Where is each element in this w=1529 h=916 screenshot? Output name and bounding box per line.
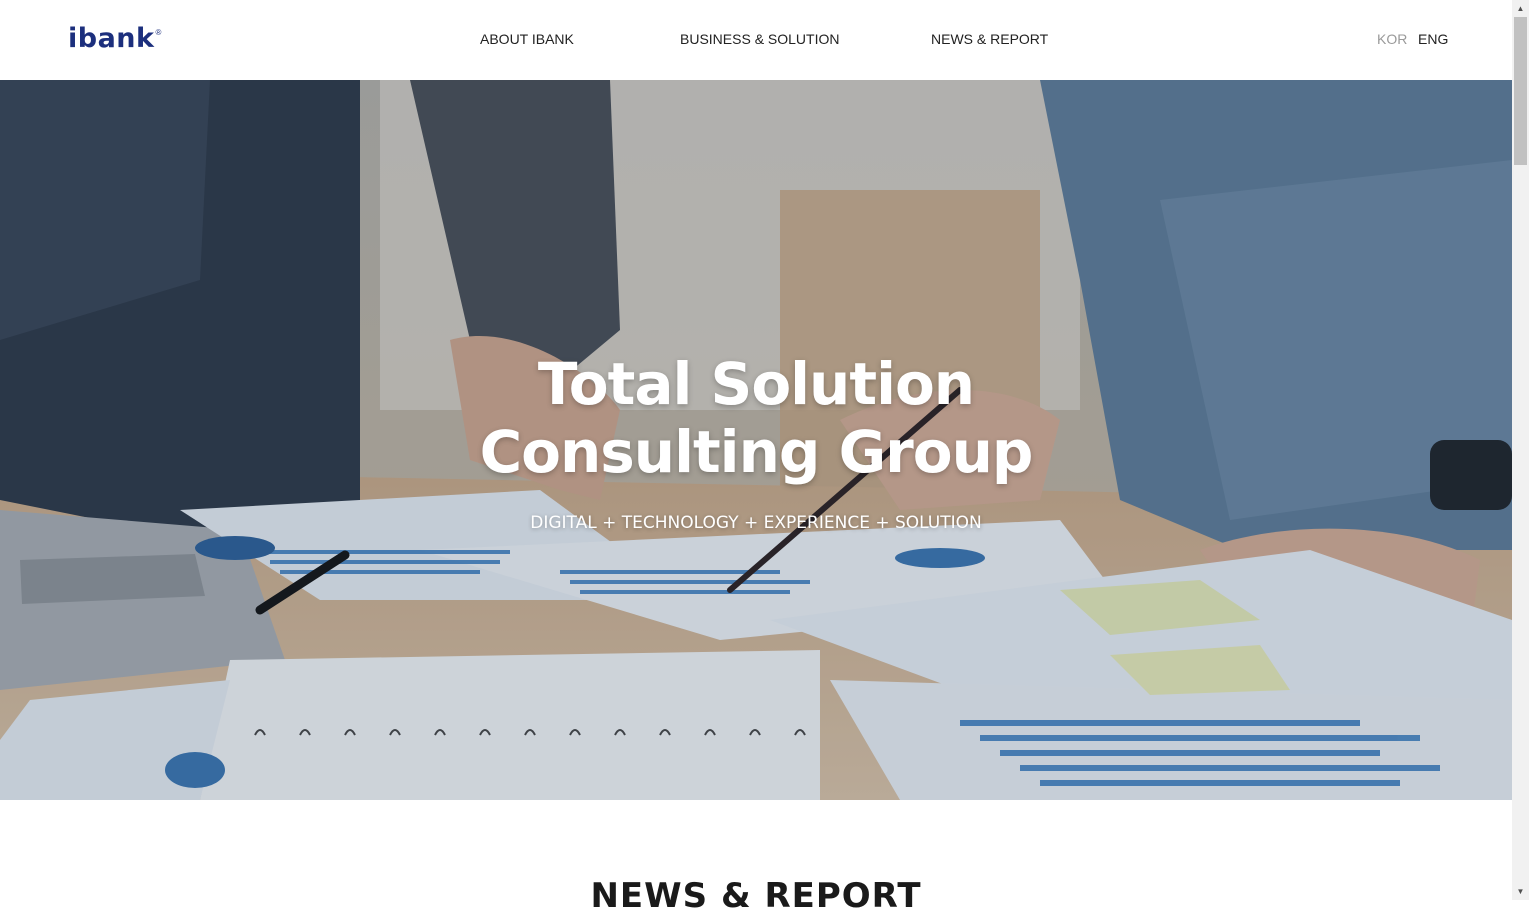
page-scrollbar[interactable]: ▲ ▼ xyxy=(1512,0,1529,900)
hero-subtitle: DIGITAL + TECHNOLOGY + EXPERIENCE + SOLU… xyxy=(530,513,982,533)
scroll-up-arrow-icon[interactable]: ▲ xyxy=(1512,0,1529,17)
hero-title-line-2: Consulting Group xyxy=(479,418,1034,486)
nav-about-ibank[interactable]: ABOUT IBANK xyxy=(480,31,574,47)
nav-business-solution[interactable]: BUSINESS & SOLUTION xyxy=(680,31,839,47)
site-header: ibank ® ABOUT IBANK BUSINESS & SOLUTION … xyxy=(0,0,1512,80)
lang-kor-link[interactable]: KOR xyxy=(1377,31,1407,47)
main-nav: ABOUT IBANK BUSINESS & SOLUTION NEWS & R… xyxy=(0,0,1512,80)
nav-news-report[interactable]: NEWS & REPORT xyxy=(931,31,1048,47)
scrollbar-thumb[interactable] xyxy=(1514,17,1527,165)
hero-title-line-1: Total Solution xyxy=(537,350,975,418)
hero-banner: Total Solution Consulting Group DIGITAL … xyxy=(0,80,1512,800)
news-section-heading: NEWS & REPORT xyxy=(590,876,922,916)
scroll-down-arrow-icon[interactable]: ▼ xyxy=(1512,883,1529,900)
lang-eng-link[interactable]: ENG xyxy=(1418,31,1448,47)
hero-title: Total Solution Consulting Group xyxy=(0,350,1512,486)
